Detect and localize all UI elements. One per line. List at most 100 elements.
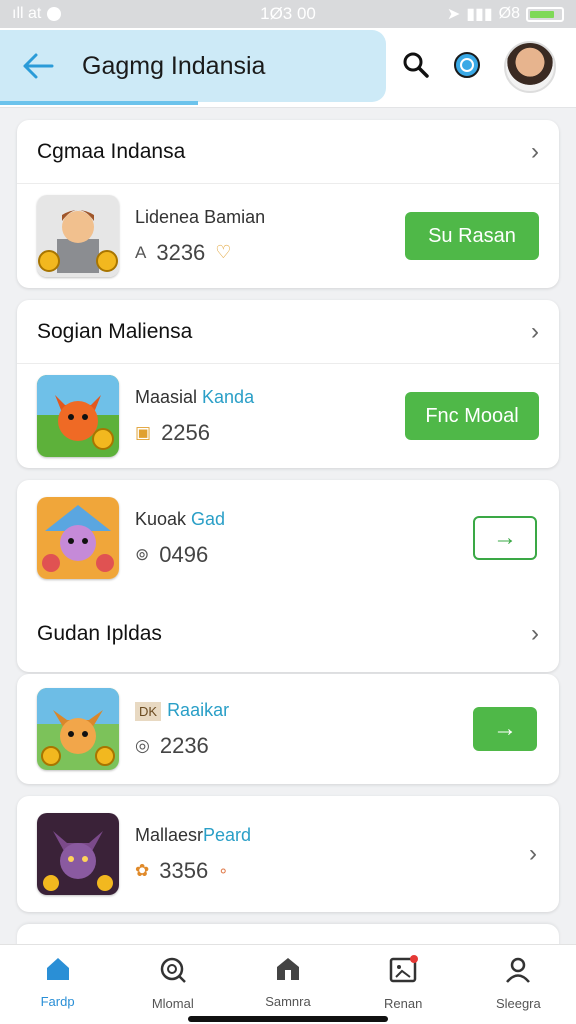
game-title-accent: Raaikar xyxy=(167,699,230,720)
list-item[interactable]: Lidenea Bamian A 3236 ♡ Su Rasan xyxy=(17,184,559,288)
chevron-right-icon[interactable]: › xyxy=(531,620,539,648)
game-info: Lidenea Bamian A 3236 ♡ xyxy=(135,207,265,266)
list-item[interactable]: DK Raaikar ◎ 2236 → xyxy=(17,674,559,784)
rewards-icon[interactable] xyxy=(452,50,482,85)
flower-icon: ✿ xyxy=(135,860,150,880)
section-card-4: DK Raaikar ◎ 2236 → xyxy=(17,674,559,784)
game-title-part: Mallaesr xyxy=(135,824,204,845)
dot-icon: ∘ xyxy=(218,862,229,880)
game-stats: ◎ 2236 xyxy=(135,733,229,759)
heart-icon: ♡ xyxy=(215,242,232,262)
home-icon xyxy=(44,955,72,988)
chevron-right-icon[interactable]: › xyxy=(531,138,539,166)
title-underline xyxy=(0,101,198,105)
header-actions xyxy=(402,38,556,96)
notification-icon xyxy=(47,7,62,21)
list-item[interactable]: MallaesrPeard ✿ 3356 ∘ › xyxy=(17,796,559,912)
game-stats: ▣ 2256 xyxy=(135,420,254,446)
play-button[interactable]: Fnc Mooal xyxy=(405,392,539,440)
game-thumbnail xyxy=(37,688,119,770)
game-title-accent: Gad xyxy=(191,508,226,529)
location-icon: ➤ xyxy=(446,6,461,23)
section-card-1: Cgmaa Indansa › Lidenea Bamian A 3236 ♡ … xyxy=(17,120,559,288)
player-count: 3236 xyxy=(156,239,206,265)
nav-item-search[interactable]: Mlomal xyxy=(123,955,223,1011)
nav-label: Sleegra xyxy=(495,996,541,1011)
status-bar: ıll at 1Ø3 00 ➤ ▮▮▮ Ø8 xyxy=(0,0,576,28)
nav-label: Mlomal xyxy=(151,996,194,1011)
arrow-right-button[interactable]: → xyxy=(473,516,537,560)
coin-icon: ▣ xyxy=(135,422,152,442)
status-right: ➤ ▮▮▮ Ø8 xyxy=(447,4,564,24)
game-title: Lidenea Bamian xyxy=(135,206,266,227)
chevron-right-icon[interactable]: › xyxy=(531,318,539,346)
section-header[interactable]: Cgmaa Indansa › xyxy=(17,120,559,184)
game-info: MallaesrPeard ✿ 3356 ∘ xyxy=(135,825,251,884)
chevron-right-icon[interactable]: › xyxy=(529,840,537,868)
arrow-right-icon: → xyxy=(493,524,517,551)
battery-icon xyxy=(526,6,564,22)
nav-label: Fardp xyxy=(40,994,75,1009)
back-arrow-icon[interactable] xyxy=(22,52,54,80)
stat-icon: ⊚ xyxy=(135,544,150,564)
title-bar: Gagmg Indansia xyxy=(0,30,386,105)
inbox-icon xyxy=(388,955,419,990)
play-button[interactable]: Su Rasan xyxy=(405,212,539,260)
game-title: Kuoak Gad xyxy=(135,509,225,530)
arrow-right-icon: → xyxy=(493,715,517,742)
app-header: Gagmg Indansia xyxy=(0,28,576,108)
section-header[interactable]: Sogian Maliensa › xyxy=(17,300,559,364)
nav-label: Samnra xyxy=(265,994,311,1009)
shop-icon xyxy=(274,955,302,988)
game-thumbnail xyxy=(37,375,119,457)
game-title-part: Kuoak xyxy=(135,508,192,529)
game-stats: ✿ 3356 ∘ xyxy=(135,858,251,884)
player-count: 3356 xyxy=(159,857,209,883)
game-thumbnail xyxy=(37,497,119,579)
carrier-label: ıll at xyxy=(12,5,42,22)
nav-item-inbox[interactable]: Renan xyxy=(353,955,453,1011)
section-title: Cgmaa Indansa xyxy=(37,139,186,163)
stat-icon: ◎ xyxy=(135,735,150,755)
nav-label: Renan xyxy=(384,996,423,1011)
bottom-nav: Fardp Mlomal Samnra Renan Sleegra xyxy=(0,944,576,1024)
list-item[interactable]: Maasial Kanda ▣ 2256 Fnc Mooal xyxy=(17,364,559,468)
game-thumbnail xyxy=(37,195,119,277)
game-stats: A 3236 ♡ xyxy=(135,240,265,266)
page-title: Gagmg Indansia xyxy=(82,51,266,80)
search-icon xyxy=(158,955,188,990)
game-title: MallaesrPeard xyxy=(135,825,251,846)
nav-item-shop[interactable]: Samnra xyxy=(238,955,338,1009)
game-title-accent: Peard xyxy=(203,824,252,845)
avatar[interactable] xyxy=(504,41,556,93)
player-count: 2256 xyxy=(161,419,211,445)
signal-icon: ▮▮▮ xyxy=(466,6,493,23)
list-item[interactable]: Kuoak Gad ⊚ 0496 → xyxy=(17,480,559,596)
arrow-right-button[interactable]: → xyxy=(473,707,537,751)
game-title-part: Maasial xyxy=(135,386,203,407)
nav-item-home[interactable]: Fardp xyxy=(8,955,108,1009)
game-badge: DK xyxy=(135,701,162,721)
rating-icon: A xyxy=(135,242,147,262)
nav-item-profile[interactable]: Sleegra xyxy=(468,955,568,1011)
section-header[interactable]: Gudan Ipldas › xyxy=(17,596,559,672)
home-indicator xyxy=(188,1016,388,1022)
game-title-accent: Kanda xyxy=(202,386,255,407)
game-info: DK Raaikar ◎ 2236 xyxy=(135,700,229,759)
section-card-3: Kuoak Gad ⊚ 0496 → Gudan Ipldas › xyxy=(17,480,559,672)
section-title: Gudan Ipldas xyxy=(37,622,162,645)
section-card-5: MallaesrPeard ✿ 3356 ∘ › xyxy=(17,796,559,912)
game-title: Maasial Kanda xyxy=(135,387,254,408)
player-count: 0496 xyxy=(159,541,209,567)
status-left: ıll at xyxy=(12,5,62,23)
status-extra: Ø8 xyxy=(498,5,520,22)
game-info: Maasial Kanda ▣ 2256 xyxy=(135,387,254,446)
game-thumbnail xyxy=(37,813,119,895)
profile-icon xyxy=(503,955,533,990)
game-title: DK Raaikar xyxy=(135,700,229,721)
section-card-2: Sogian Maliensa › Maasial Kanda ▣ 2256 F… xyxy=(17,300,559,468)
section-title: Sogian Maliensa xyxy=(37,319,193,343)
search-icon[interactable] xyxy=(402,51,430,84)
game-info: Kuoak Gad ⊚ 0496 xyxy=(135,509,225,568)
game-stats: ⊚ 0496 xyxy=(135,542,225,568)
